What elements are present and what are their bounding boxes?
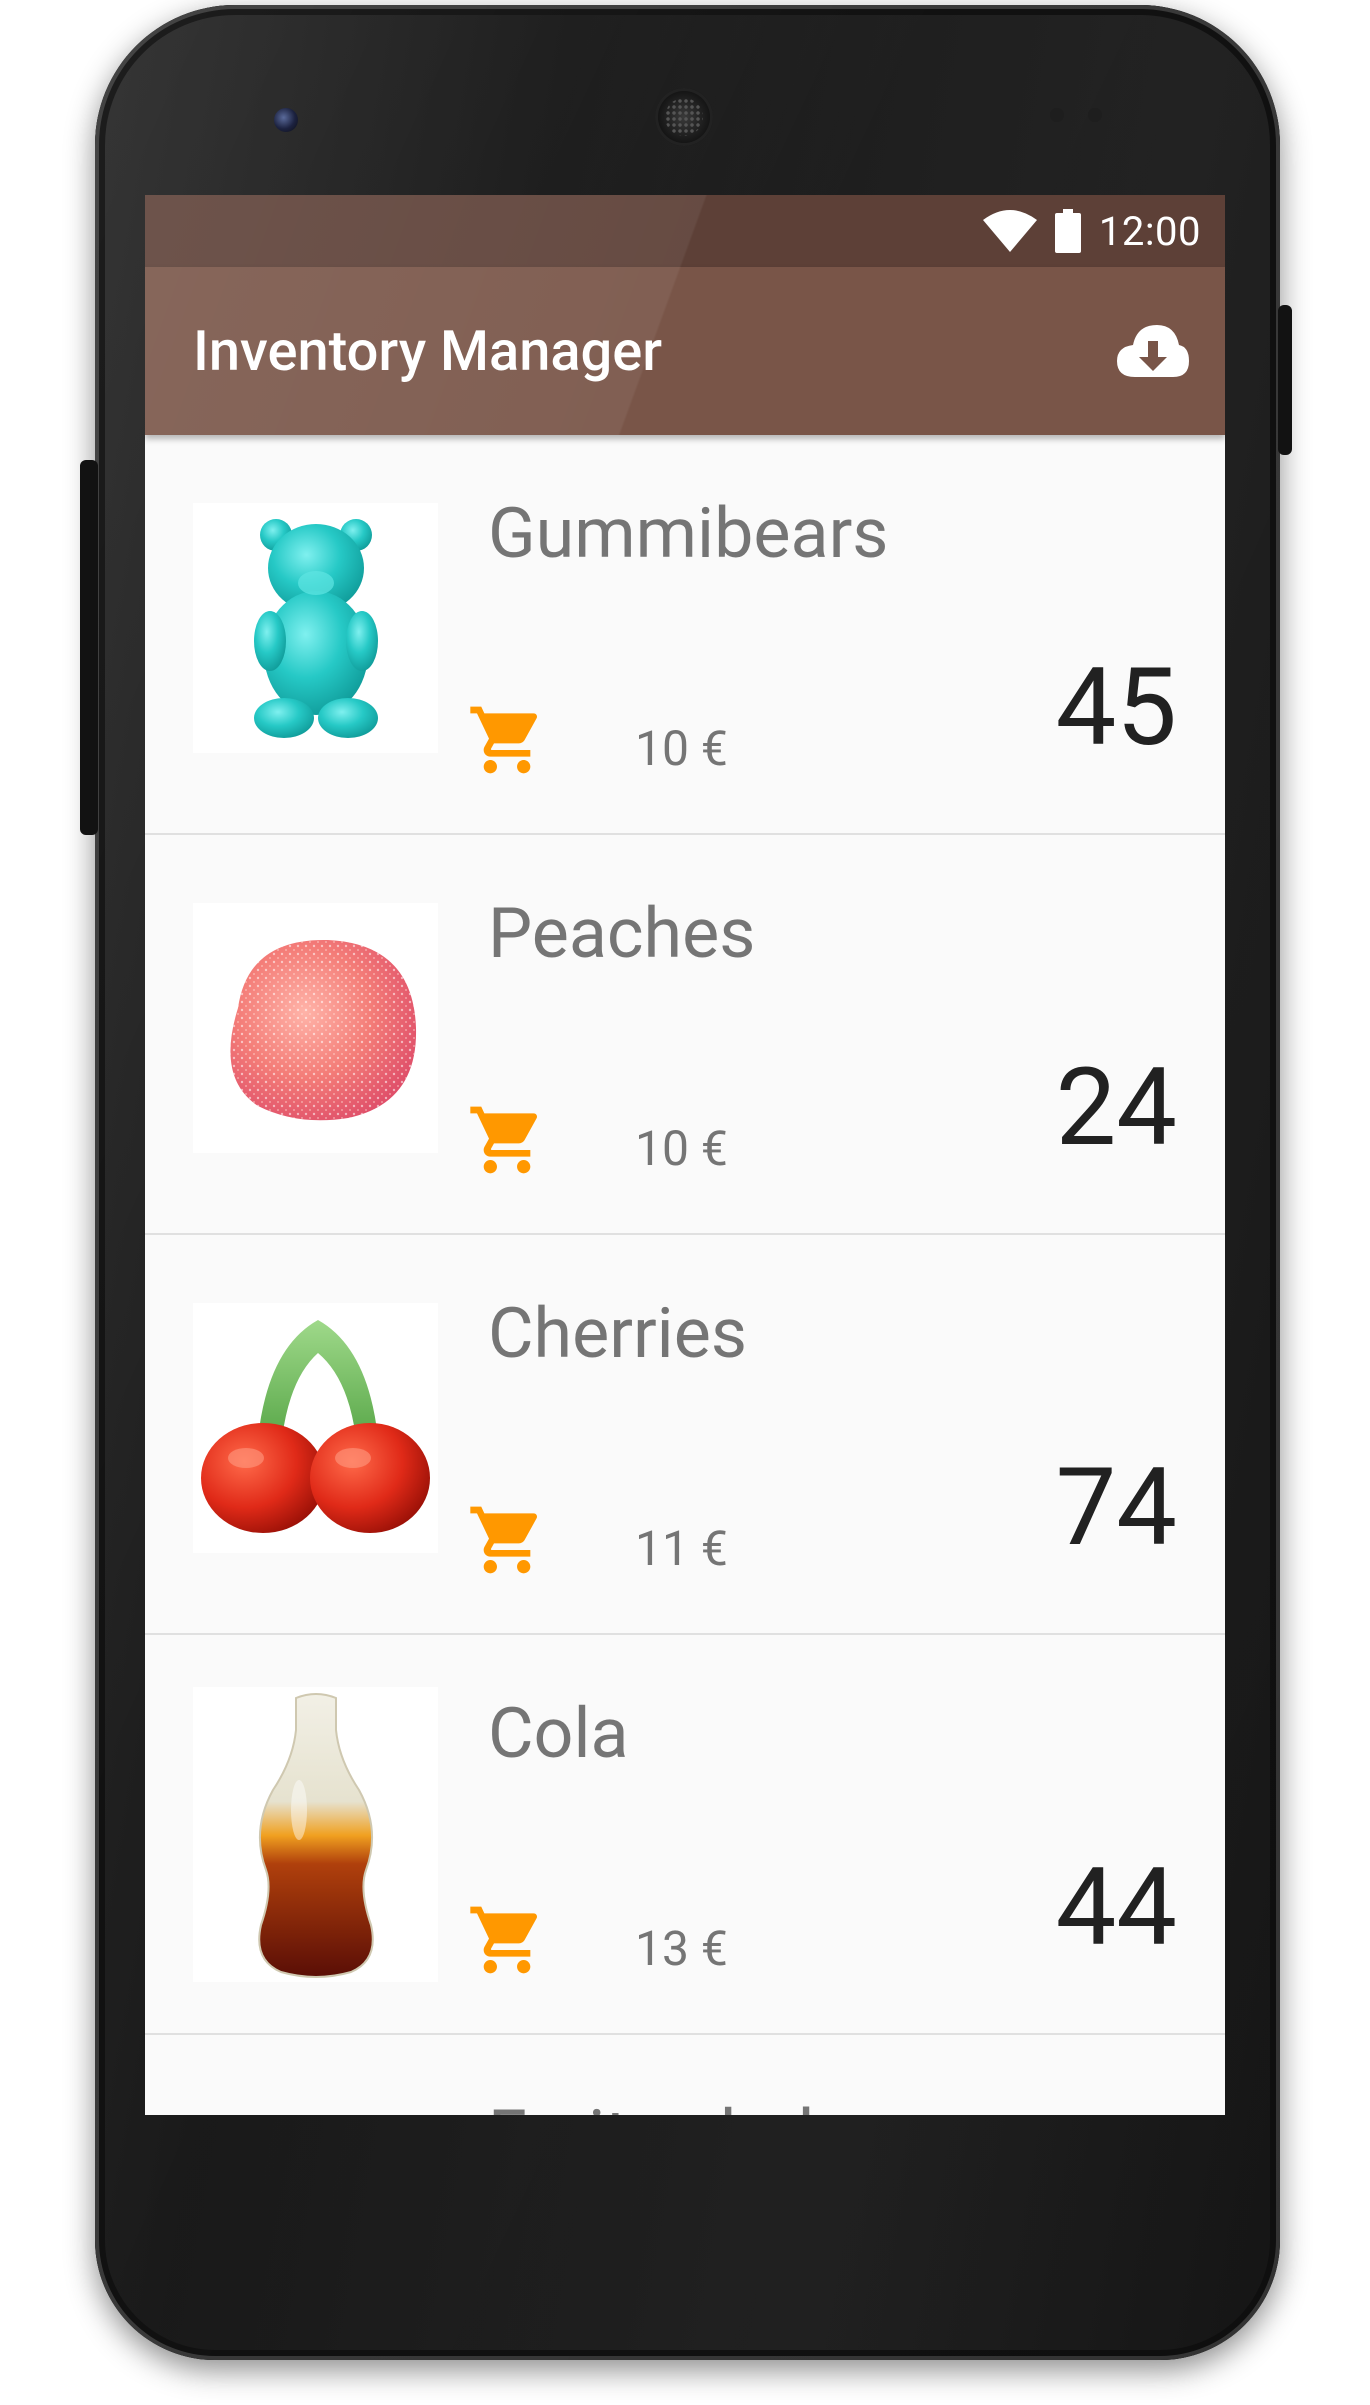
product-quantity: 24 bbox=[1055, 1045, 1177, 1171]
cherry-gummy-image bbox=[193, 1303, 438, 1553]
list-item[interactable]: Fruit salad bbox=[145, 2035, 1225, 2115]
list-item[interactable]: Peaches 10 € 24 bbox=[145, 835, 1225, 1235]
screen: 12:00 Inventory Manager Gummibears 10 € … bbox=[145, 195, 1225, 2115]
status-time: 12:00 bbox=[1098, 207, 1201, 255]
proximity-sensors bbox=[1050, 108, 1120, 122]
wifi-icon bbox=[982, 210, 1037, 252]
volume-button bbox=[80, 460, 98, 835]
shopping-cart-icon[interactable] bbox=[467, 1900, 547, 1980]
product-name: Cola bbox=[488, 1693, 629, 1775]
product-list[interactable]: Gummibears 10 € 45 Peaches 10 € 24 Cherr… bbox=[145, 435, 1225, 2115]
cloud-download-icon[interactable] bbox=[1115, 319, 1191, 383]
product-quantity: 74 bbox=[1055, 1445, 1177, 1571]
product-price: 13 € bbox=[635, 1920, 728, 1977]
product-quantity: 44 bbox=[1055, 1845, 1177, 1971]
product-name: Cherries bbox=[488, 1293, 747, 1375]
product-name: Fruit salad bbox=[488, 2095, 814, 2115]
list-item[interactable]: Gummibears 10 € 45 bbox=[145, 435, 1225, 835]
list-item[interactable]: Cherries 11 € 74 bbox=[145, 1235, 1225, 1635]
list-item[interactable]: Cola 13 € 44 bbox=[145, 1635, 1225, 2035]
product-quantity: 45 bbox=[1055, 645, 1177, 771]
peach-gummy-image bbox=[193, 903, 438, 1153]
power-button bbox=[1278, 305, 1292, 455]
product-price: 10 € bbox=[635, 1120, 728, 1177]
gummy-bear-image bbox=[193, 503, 438, 753]
product-price: 11 € bbox=[635, 1520, 728, 1577]
product-price: 10 € bbox=[635, 720, 728, 777]
cola-bottle-gummy-image bbox=[193, 1687, 438, 1982]
app-title: Inventory Manager bbox=[193, 318, 663, 384]
shopping-cart-icon[interactable] bbox=[467, 1100, 547, 1180]
earpiece-speaker bbox=[655, 88, 713, 146]
product-name: Gummibears bbox=[488, 493, 889, 575]
front-camera bbox=[274, 108, 298, 132]
shopping-cart-icon[interactable] bbox=[467, 700, 547, 780]
app-bar: Inventory Manager bbox=[145, 267, 1225, 435]
status-bar: 12:00 bbox=[145, 195, 1225, 267]
shopping-cart-icon[interactable] bbox=[467, 1500, 547, 1580]
product-name: Peaches bbox=[488, 893, 756, 975]
battery-icon bbox=[1054, 209, 1081, 253]
